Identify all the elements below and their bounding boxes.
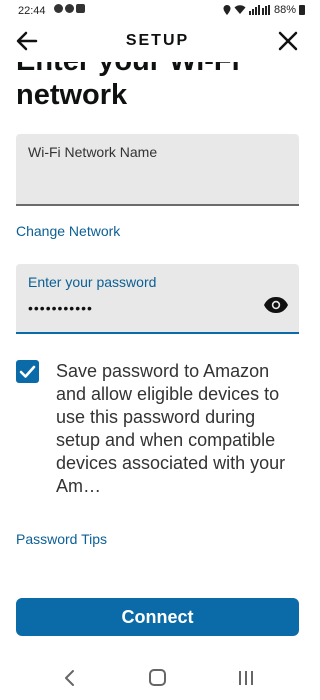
eye-icon[interactable] [263,296,289,314]
app-header: SETUP [0,22,315,62]
password-field[interactable]: Enter your password ••••••••••• [16,264,299,334]
heading-line-1: Enter your Wi-Fi [16,62,306,78]
battery-percent: 88% [273,4,296,16]
nav-home-icon[interactable] [149,669,166,686]
page-heading: Enter your Wi-Fi network [16,62,306,112]
page-title: SETUP [125,32,190,49]
heading-line-2: network [16,79,128,111]
password-tips-link[interactable]: Password Tips [16,531,107,547]
wifi-icon [234,5,246,14]
password-label: Enter your password [28,274,157,290]
password-value: ••••••••••• [28,300,93,316]
gear-icon [65,4,74,13]
network-name-field[interactable]: Wi-Fi Network Name [16,134,299,206]
change-network-link[interactable]: Change Network [16,223,120,239]
notification-icons [54,4,85,13]
signal-icon [248,5,270,15]
status-time: 22:44 [18,5,46,17]
close-icon[interactable] [275,28,301,54]
heading-container: Enter your Wi-Fi network [0,62,315,114]
save-password-text: Save password to Amazon and allow eligib… [56,361,286,496]
nav-recent-apps-icon[interactable] [237,670,255,686]
save-password-checkbox[interactable] [16,360,39,383]
connect-button[interactable]: Connect [16,598,299,636]
location-icon [223,5,231,15]
status-bar: 22:44 88% [0,0,315,22]
status-right: 88% [223,4,305,16]
system-nav-bar [0,660,315,700]
network-name-label: Wi-Fi Network Name [28,144,158,160]
whatsapp-icon [54,4,63,13]
battery-icon [299,5,305,15]
app-icon [76,4,85,13]
check-icon [19,365,36,378]
nav-back-icon[interactable] [62,669,78,687]
